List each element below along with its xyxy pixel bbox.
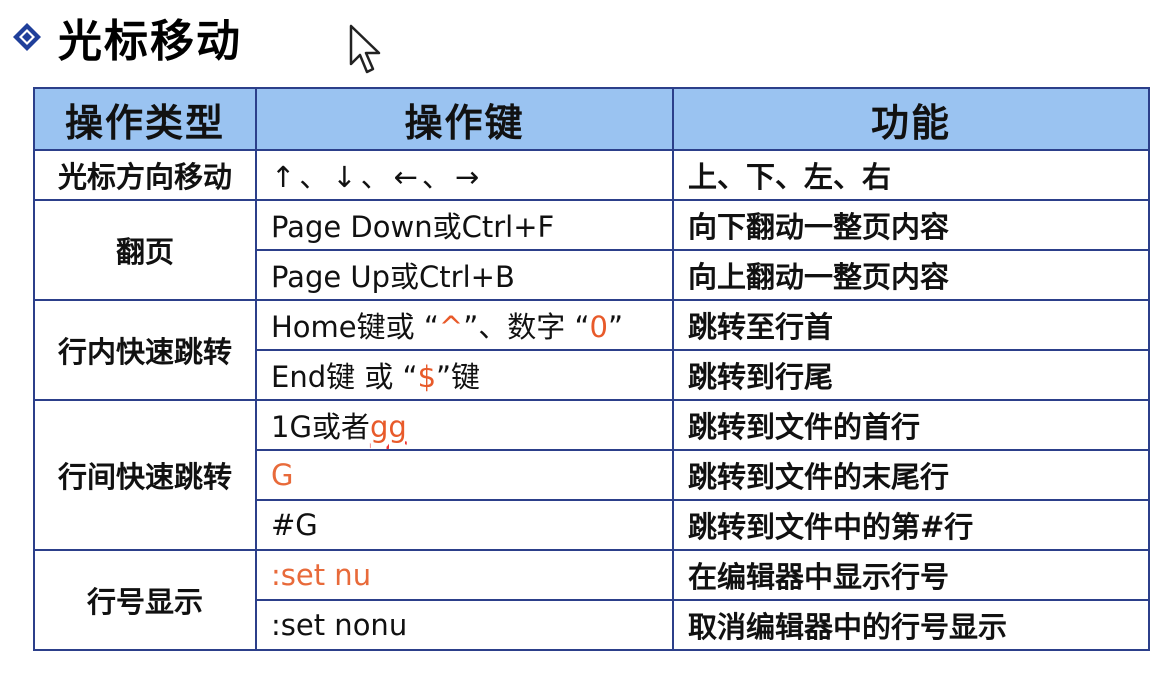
keys-text: ” <box>607 310 623 344</box>
keys-cell: :set nu <box>255 549 674 601</box>
page-title: 光标移动 <box>58 16 242 67</box>
mouse-pointer-icon <box>348 24 384 76</box>
keys-cell: Home键或 “^”、数字 “0” <box>255 299 674 351</box>
keys-text: ”键 <box>436 360 481 394</box>
keys-text: 1G或者 <box>271 410 370 444</box>
type-cell: 翻页 <box>33 199 257 301</box>
type-cell: 行内快速跳转 <box>33 299 257 401</box>
keys-cell: #G <box>255 499 674 551</box>
cursor-movement-table: 操作类型 操作键 功能 光标方向移动 ↑、↓、←、→ 上、下、左、右 翻页 Pa… <box>33 87 1150 651</box>
keys-cell: Page Up或Ctrl+B <box>255 249 674 301</box>
table-row: 行间快速跳转 1G或者gg 跳转到文件的首行 <box>33 399 1150 551</box>
table-row: 翻页 Page Down或Ctrl+F 向下翻动一整页内容 <box>33 199 1150 301</box>
function-cell: 跳转到文件的末尾行 <box>672 449 1150 501</box>
header-function: 功能 <box>672 87 1150 151</box>
function-cell: 跳转到行尾 <box>672 349 1150 401</box>
header-operation-key: 操作键 <box>255 87 674 151</box>
type-cell: 光标方向移动 <box>33 149 257 201</box>
keys-cell: 1G或者gg <box>255 399 674 451</box>
function-cell: 跳转至行首 <box>672 299 1150 351</box>
function-cell: 跳转到文件的首行 <box>672 399 1150 451</box>
keys-cell: :set nonu <box>255 599 674 651</box>
caret-key: ^ <box>438 310 464 344</box>
title-row: 光标移动 <box>12 6 242 68</box>
function-cell: 跳转到文件中的第#行 <box>672 499 1150 551</box>
gg-key: gg <box>369 410 407 444</box>
keys-text: Home键或 “ <box>271 310 439 344</box>
table-row: 行号显示 :set nu 在编辑器中显示行号 <box>33 549 1150 651</box>
function-cell: 向上翻动一整页内容 <box>672 249 1150 301</box>
function-cell: 取消编辑器中的行号显示 <box>672 599 1150 651</box>
header-row: 操作类型 操作键 功能 <box>33 87 1150 151</box>
keys-text: ”、数字 “ <box>463 310 590 344</box>
keys-cell: Page Down或Ctrl+F <box>255 199 674 251</box>
type-cell: 行号显示 <box>33 549 257 651</box>
function-cell: 在编辑器中显示行号 <box>672 549 1150 601</box>
keys-text: End键 或 “ <box>271 360 418 394</box>
table-row: 行内快速跳转 Home键或 “^”、数字 “0” 跳转至行首 <box>33 299 1150 401</box>
dollar-key: $ <box>417 360 437 394</box>
keys-cell: G <box>255 449 674 501</box>
function-cell: 向下翻动一整页内容 <box>672 199 1150 251</box>
table-row: 光标方向移动 ↑、↓、←、→ 上、下、左、右 <box>33 149 1150 201</box>
header-operation-type: 操作类型 <box>33 87 257 151</box>
type-cell: 行间快速跳转 <box>33 399 257 551</box>
keys-cell: End键 或 “$”键 <box>255 349 674 401</box>
function-cell: 上、下、左、右 <box>672 149 1150 201</box>
diamond-bullet-icon <box>12 22 42 52</box>
zero-key: 0 <box>589 310 608 344</box>
keys-cell: ↑、↓、←、→ <box>255 149 674 201</box>
cursor-movement-table-wrap: 操作类型 操作键 功能 光标方向移动 ↑、↓、←、→ 上、下、左、右 翻页 Pa… <box>33 87 1150 651</box>
